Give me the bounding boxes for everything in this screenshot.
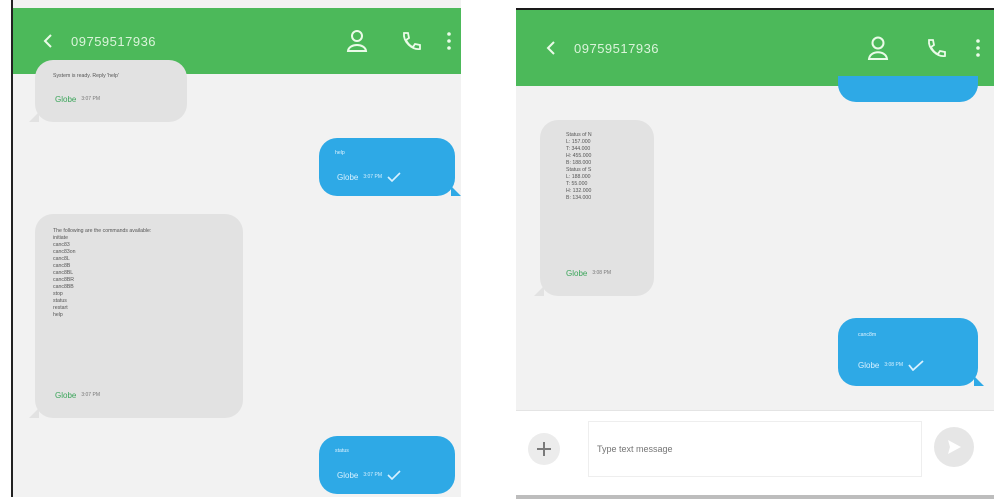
message-text: Status of N L: 157.000 T: 344.000 H: 455… [566,132,592,201]
plus-icon [537,442,551,456]
contact-button[interactable] [339,23,375,59]
message-bubble[interactable]: Status of N L: 157.000 T: 344.000 H: 455… [534,120,654,296]
message-bubble[interactable]: status Globe 3:07 PM [319,436,455,494]
left-conversation-screen: 09759517936 System is ready. Reply 'help… [11,0,461,497]
sender-label: Globe [566,269,588,278]
message-composer [516,410,994,499]
call-button[interactable] [918,30,954,66]
chevron-left-icon [43,34,52,48]
send-icon [948,440,961,454]
bubble-tail [974,376,984,386]
sender-label: Globe [858,361,880,370]
message-text: canc8m [858,332,877,338]
timestamp: 3:07 PM [363,471,382,478]
menu-button[interactable] [439,23,459,59]
bubble-tail [534,286,544,296]
bubble-tail [29,408,39,418]
timestamp: 3:07 PM [81,392,100,398]
menu-button[interactable] [968,30,988,66]
chevron-left-icon [546,41,555,55]
more-vertical-icon [976,39,980,57]
delivered-check-icon [387,172,401,182]
app-bar: 09759517936 [516,10,994,86]
more-vertical-icon [447,32,451,50]
delivered-check-icon [908,360,924,371]
message-meta: Globe 3:07 PM [55,391,100,400]
message-meta: Globe 3:07 PM [337,172,401,182]
message-text: System is ready. Reply 'help' [53,73,119,79]
phone-icon [403,32,421,50]
message-meta: Globe 3:08 PM [858,360,924,371]
message-bubble[interactable]: help Globe 3:07 PM [319,138,461,196]
timestamp: 3:07 PM [363,173,382,180]
contact-number: 09759517936 [71,33,157,49]
back-button[interactable] [536,33,566,63]
bottom-divider [516,495,994,499]
message-meta: Globe 3:07 PM [337,470,401,480]
right-conversation-screen: 09759517936 Status of N L: 157.000 T: 34… [516,8,994,499]
message-bubble[interactable]: canc8m Globe 3:08 PM [838,318,984,386]
timestamp: 3:07 PM [81,96,100,102]
back-button[interactable] [33,26,63,56]
sender-label: Globe [55,391,77,400]
message-meta: Globe 3:08 PM [566,269,611,278]
message-bubble[interactable] [838,76,978,102]
message-text: The following are the commands available… [53,228,152,318]
timestamp: 3:08 PM [884,362,903,368]
bubble-tail [29,112,39,122]
message-text: status [335,448,349,454]
message-bubble[interactable]: System is ready. Reply 'help' Globe 3:07… [29,60,187,122]
phone-icon [928,39,946,57]
send-button[interactable] [934,427,974,467]
message-meta: Globe 3:07 PM [55,95,100,104]
sender-label: Globe [337,470,359,480]
message-text: help [335,150,345,156]
contact-number: 09759517936 [574,40,660,56]
call-button[interactable] [393,23,429,59]
sender-label: Globe [337,172,359,182]
timestamp: 3:08 PM [592,270,611,276]
contact-button[interactable] [860,30,896,66]
person-icon [346,30,368,52]
sender-label: Globe [55,95,77,104]
message-bubble[interactable]: The following are the commands available… [29,214,243,418]
person-icon [867,36,889,60]
bubble-tail [451,186,461,196]
attach-button[interactable] [528,433,560,465]
message-input[interactable] [588,421,922,477]
delivered-check-icon [387,470,401,480]
